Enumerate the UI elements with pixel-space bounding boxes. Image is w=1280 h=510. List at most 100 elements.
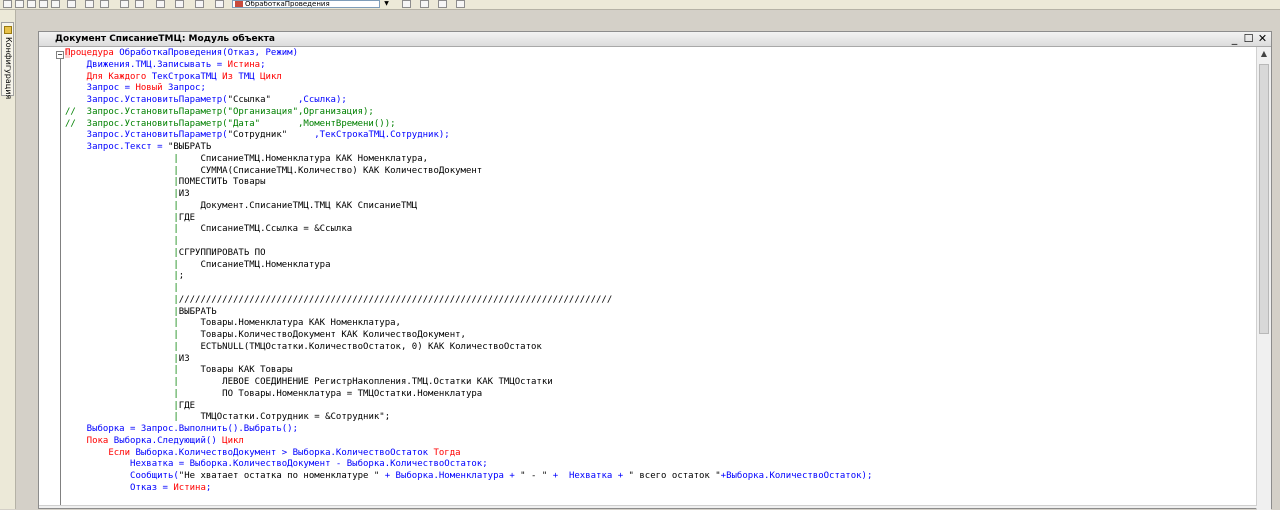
code-line[interactable]: | Товары.Номенклатура КАК Номенклатура, [65,318,872,330]
code-token: Запрос.Текст = [65,142,168,152]
code-token: СписаниеТМЦ.Номенклатура КАК Номенклатур… [178,153,429,164]
code-line[interactable]: Запрос = Новый Запрос; [65,83,872,95]
code-token: Выборка.КоличествоДокумент > Выборка.Кол… [135,447,434,458]
preview-icon[interactable] [51,0,60,8]
code-line[interactable]: | ПО Товары.Номенклатура = ТМЦОстатки.Но… [65,389,872,401]
code-line[interactable]: | ЕСТЬNULL(ТМЦОстатки.КоличествоОстаток,… [65,342,872,354]
code-editor[interactable]: − Процедура ОбработкаПроведения(Отказ, Р… [39,47,1257,508]
code-token: Запрос.УстановитьПараметр( [65,95,228,105]
dropdown-icon[interactable] [100,0,109,8]
code-token: | [65,177,179,188]
code-token: | [65,400,179,411]
code-token: | [65,353,179,364]
code-line[interactable]: |ГДЕ [65,401,872,413]
code-token: | [65,236,179,246]
code-line[interactable]: | [65,236,872,248]
code-token: ; [260,59,266,70]
code-token: // Запрос.УстановитьПараметр("Дата" ,Мом… [65,118,396,129]
horizontal-scrollbar[interactable] [39,505,1257,508]
procedures-list-icon[interactable] [215,0,224,8]
uncomment-icon[interactable] [175,0,184,8]
code-line[interactable]: Выборка = Запрос.Выполнить().Выбрать(); [65,424,872,436]
code-line[interactable]: |ИЗ [65,189,872,201]
configuration-tab-label: Конфигурация [4,37,13,100]
code-line[interactable]: |ГДЕ [65,213,872,225]
code-line[interactable]: Запрос.УстановитьПараметр("Сотрудник" ,Т… [65,130,872,142]
code-token: | [65,212,179,223]
code-line[interactable]: Запрос.УстановитьПараметр("Ссылка" ,Ссыл… [65,95,872,107]
code-line[interactable]: // Запрос.УстановитьПараметр("Дата" ,Мом… [65,119,872,131]
code-line[interactable]: | Товары КАК Товары [65,365,872,377]
new-document-icon[interactable] [3,0,12,8]
code-line[interactable]: Если Выборка.КоличествоДокумент > Выборк… [65,448,872,460]
scroll-up-icon[interactable]: ▲ [1257,47,1271,61]
code-line[interactable]: Пока Выборка.Следующий() Цикл [65,436,872,448]
code-line[interactable]: |///////////////////////////////////////… [65,295,872,307]
main-toolbar: ОбработкаПроведения ▼ [0,0,1280,10]
code-token: Движения.ТМЦ.Записывать = [65,59,228,70]
code-token: Для Каждого [65,71,152,82]
code-text[interactable]: Процедура ОбработкаПроведения(Отказ, Реж… [65,48,872,495]
code-token: Запрос; [167,83,206,94]
copy-icon[interactable] [85,0,94,8]
code-token: | [65,318,179,329]
replace-icon[interactable] [135,0,144,8]
code-line[interactable]: |СГРУППИРОВАТЬ ПО [65,248,872,260]
code-line[interactable]: | [65,283,872,295]
code-line[interactable]: |ИЗ [65,354,872,366]
print-icon[interactable] [39,0,48,8]
code-line[interactable]: | СписаниеТМЦ.Номенклатура [65,260,872,272]
code-line[interactable]: | ТМЦОстатки.Сотрудник = &Сотрудник"; [65,412,872,424]
code-line[interactable]: | ЛЕВОЕ СОЕДИНЕНИЕ РегистрНакопления.ТМЦ… [65,377,872,389]
code-token: ЛЕВОЕ СОЕДИНЕНИЕ РегистрНакопления.ТМЦ.О… [178,377,553,387]
collapse-icon[interactable]: − [56,51,64,59]
code-line[interactable]: Отказ = Истина; [65,483,872,495]
code-line[interactable]: | СписаниеТМЦ.Номенклатура КАК Номенклат… [65,154,872,166]
bookmark-icon[interactable] [402,0,411,8]
code-line[interactable]: Процедура ОбработкаПроведения(Отказ, Реж… [65,48,872,60]
cut-icon[interactable] [67,0,76,8]
procedure-combo[interactable]: ОбработкаПроведения [232,0,380,8]
code-line[interactable]: Для Каждого ТекСтрокаТМЦ Из ТМЦ Цикл [65,72,872,84]
close-button[interactable]: ✕ [1256,33,1269,45]
fold-guide [60,59,61,508]
save-icon[interactable] [27,0,36,8]
code-line[interactable]: | Товары.КоличествоДокумент КАК Количест… [65,330,872,342]
code-line[interactable]: Запрос.Текст = "ВЫБРАТЬ [65,142,872,154]
code-token: СписаниеТМЦ.Номенклатура [178,259,331,270]
code-line[interactable]: |; [65,271,872,283]
code-line[interactable]: |ВЫБРАТЬ [65,307,872,319]
code-line[interactable]: Сообщить("Не хватает остатка по номенкла… [65,471,872,483]
code-line[interactable]: // Запрос.УстановитьПараметр("Организаци… [65,107,872,119]
code-token: ТМЦ [238,71,261,82]
code-line[interactable]: | Документ.СписаниеТМЦ.ТМЦ КАК СписаниеТ… [65,201,872,213]
code-line[interactable]: Движения.ТМЦ.Записывать = Истина; [65,60,872,72]
vertical-scrollbar[interactable]: ▲ [1256,47,1271,510]
open-icon[interactable] [15,0,24,8]
code-token: "ВЫБРАТЬ [167,142,212,152]
code-token: | [65,306,179,317]
scroll-thumb[interactable] [1259,64,1269,334]
code-token: "Сотрудник" [227,130,315,141]
code-token: Цикл [260,71,282,82]
code-line[interactable]: | СписаниеТМЦ.Ссылка = &Ссылка [65,224,872,236]
code-token: Документ.СписаниеТМЦ.ТМЦ КАК СписаниеТМЦ [178,200,418,211]
code-token: Запрос = [65,83,136,94]
code-line[interactable]: | СУММА(СписаниеТМЦ.Количество) КАК Коли… [65,166,872,178]
window-title-bar[interactable]: Документ СписаниеТМЦ: Модуль объекта _ ☐… [39,32,1271,47]
next-bookmark-icon[interactable] [420,0,429,8]
prev-bookmark-icon[interactable] [438,0,447,8]
combo-arrow-icon[interactable]: ▼ [382,0,391,8]
code-token: Цикл [222,435,244,446]
syntax-check-icon[interactable] [195,0,204,8]
maximize-button[interactable]: ☐ [1242,33,1255,45]
code-token: Сообщить( [65,471,179,481]
code-token: ,ТекСтрокаТМЦ.Сотрудник); [314,130,450,141]
comment-icon[interactable] [156,0,165,8]
code-line[interactable]: Нехватка = Выборка.КоличествоДокумент - … [65,459,872,471]
code-line[interactable]: |ПОМЕСТИТЬ Товары [65,177,872,189]
clear-bookmarks-icon[interactable] [456,0,465,8]
find-icon[interactable] [120,0,129,8]
configuration-tab[interactable]: Конфигурация [1,22,14,100]
minimize-button[interactable]: _ [1228,33,1241,45]
